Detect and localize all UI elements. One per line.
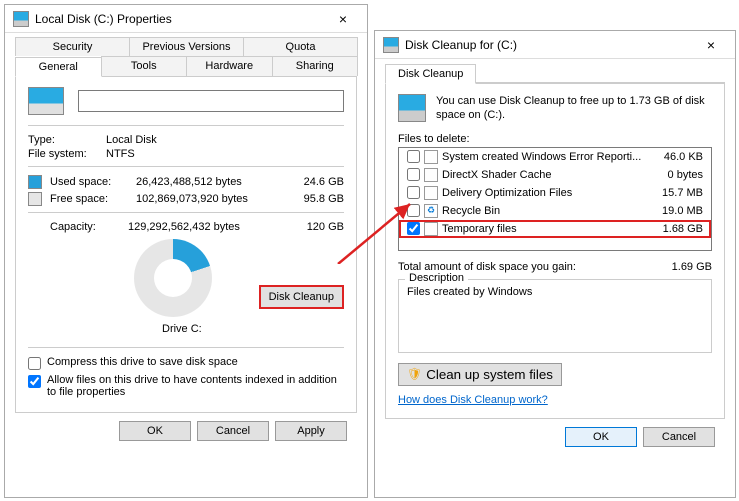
file-checkbox[interactable]: [407, 186, 420, 199]
titlebar[interactable]: Disk Cleanup for (C:) ×: [375, 31, 735, 59]
description-text: Files created by Windows: [407, 286, 703, 298]
file-icon: [424, 222, 438, 236]
capacity-bytes: 129,292,562,432 bytes: [128, 221, 286, 233]
file-name: System created Windows Error Reporti...: [442, 151, 647, 163]
cancel-button[interactable]: Cancel: [643, 427, 715, 447]
capacity-donut: [134, 239, 212, 317]
used-bytes: 26,423,488,512 bytes: [136, 176, 286, 188]
fs-label: File system:: [28, 148, 106, 160]
file-icon: [424, 150, 438, 164]
window-title: Local Disk (C:) Properties: [35, 12, 323, 26]
list-item[interactable]: DirectX Shader Cache0 bytes: [399, 166, 711, 184]
file-icon: [424, 186, 438, 200]
list-item[interactable]: ♻ Recycle Bin19.0 MB: [399, 202, 711, 220]
free-swatch: [28, 192, 42, 206]
cleanup-system-files-button[interactable]: 🛡 Clean up system files: [398, 363, 562, 386]
dialog-buttons: OK Cancel Apply: [15, 413, 357, 441]
tab-panel-general: Type:Local Disk File system:NTFS Used sp…: [15, 77, 357, 413]
file-checkbox[interactable]: [407, 168, 420, 181]
free-label: Free space:: [50, 193, 136, 205]
cleanup-icon: [398, 94, 426, 122]
cleanup-icon: [383, 37, 399, 53]
used-swatch: [28, 175, 42, 189]
tab-strip: Security Previous Versions Quota General…: [15, 37, 357, 77]
compress-checkbox-row[interactable]: Compress this drive to save disk space: [28, 356, 344, 370]
index-checkbox[interactable]: [28, 375, 41, 388]
list-item[interactable]: Temporary files1.68 GB: [399, 220, 711, 238]
index-label: Allow files on this drive to have conten…: [47, 374, 344, 398]
file-icon: [424, 168, 438, 182]
compress-checkbox[interactable]: [28, 357, 41, 370]
description-group: Description Files created by Windows: [398, 279, 712, 353]
drive-name-input[interactable]: [78, 90, 344, 112]
file-checkbox[interactable]: [407, 204, 420, 217]
type-label: Type:: [28, 134, 106, 146]
tab-previous-versions[interactable]: Previous Versions: [129, 37, 244, 56]
free-human: 95.8 GB: [286, 193, 344, 205]
close-icon[interactable]: ×: [691, 37, 731, 53]
list-item[interactable]: Delivery Optimization Files15.7 MB: [399, 184, 711, 202]
intro-text: You can use Disk Cleanup to free up to 1…: [436, 94, 712, 123]
properties-window: Local Disk (C:) Properties × Security Pr…: [4, 4, 368, 498]
tab-sharing[interactable]: Sharing: [272, 56, 359, 76]
compress-label: Compress this drive to save disk space: [47, 356, 238, 368]
file-size: 19.0 MB: [647, 205, 707, 217]
tab-quota[interactable]: Quota: [243, 37, 358, 56]
tab-general[interactable]: General: [15, 57, 102, 77]
gain-value: 1.69 GB: [672, 261, 712, 273]
tab-hardware[interactable]: Hardware: [186, 56, 273, 76]
file-icon: ♻: [424, 204, 438, 218]
files-listbox[interactable]: System created Windows Error Reporti...4…: [398, 147, 712, 251]
file-size: 1.68 GB: [647, 223, 707, 235]
drive-caption: Drive C:: [162, 323, 202, 335]
file-name: DirectX Shader Cache: [442, 169, 647, 181]
file-size: 15.7 MB: [647, 187, 707, 199]
tab-security[interactable]: Security: [15, 37, 130, 56]
tab-tools[interactable]: Tools: [101, 56, 188, 76]
close-icon[interactable]: ×: [323, 11, 363, 27]
description-legend: Description: [405, 272, 468, 284]
files-to-delete-label: Files to delete:: [398, 133, 712, 145]
file-name: Delivery Optimization Files: [442, 187, 647, 199]
file-size: 46.0 KB: [647, 151, 707, 163]
tab-panel-cleanup: You can use Disk Cleanup to free up to 1…: [385, 84, 725, 419]
drive-icon: [28, 87, 64, 115]
ok-button[interactable]: OK: [565, 427, 637, 447]
tab-strip: Disk Cleanup: [385, 63, 725, 84]
file-checkbox[interactable]: [407, 150, 420, 163]
ok-button[interactable]: OK: [119, 421, 191, 441]
type-value: Local Disk: [106, 134, 344, 146]
index-checkbox-row[interactable]: Allow files on this drive to have conten…: [28, 374, 344, 398]
cleanup-system-files-label: Clean up system files: [426, 367, 553, 382]
used-human: 24.6 GB: [286, 176, 344, 188]
window-title: Disk Cleanup for (C:): [405, 38, 691, 52]
cancel-button[interactable]: Cancel: [197, 421, 269, 441]
shield-icon: 🛡: [407, 367, 422, 381]
tab-disk-cleanup[interactable]: Disk Cleanup: [385, 64, 476, 84]
capacity-human: 120 GB: [286, 221, 344, 233]
disk-cleanup-button[interactable]: Disk Cleanup: [259, 285, 344, 309]
list-item[interactable]: System created Windows Error Reporti...4…: [399, 148, 711, 166]
free-bytes: 102,869,073,920 bytes: [136, 193, 286, 205]
fs-value: NTFS: [106, 148, 344, 160]
drive-icon: [13, 11, 29, 27]
dialog-buttons: OK Cancel: [385, 419, 725, 447]
how-does-cleanup-work-link[interactable]: How does Disk Cleanup work?: [398, 394, 548, 406]
capacity-label: Capacity:: [50, 221, 128, 233]
apply-button[interactable]: Apply: [275, 421, 347, 441]
file-name: Recycle Bin: [442, 205, 647, 217]
file-name: Temporary files: [442, 223, 647, 235]
used-label: Used space:: [50, 176, 136, 188]
file-size: 0 bytes: [647, 169, 707, 181]
file-checkbox[interactable]: [407, 222, 420, 235]
disk-cleanup-window: Disk Cleanup for (C:) × Disk Cleanup You…: [374, 30, 736, 498]
titlebar[interactable]: Local Disk (C:) Properties ×: [5, 5, 367, 33]
